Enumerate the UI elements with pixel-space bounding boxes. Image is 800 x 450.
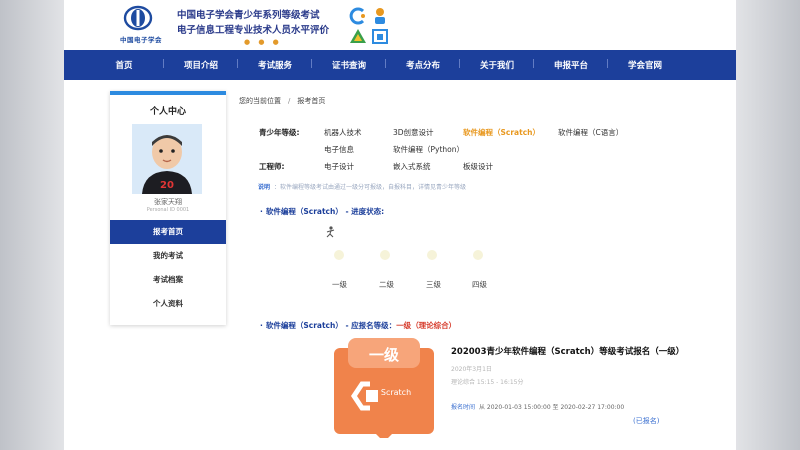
progress-heading: · 软件编程（Scratch） - 进度状态: — [260, 206, 384, 217]
sidebar-item-exam-records[interactable]: 考试档案 — [110, 268, 226, 292]
category-embedded-system[interactable]: 嵌入式系统 — [393, 161, 431, 172]
exam-card-image[interactable]: 一级 Scratch — [334, 338, 434, 438]
level-step-dot — [473, 250, 483, 260]
sidebar-item-apply-home[interactable]: 报考首页 — [110, 220, 226, 244]
nav-about-us[interactable]: 关于我们 — [458, 59, 534, 71]
progress-suffix: - 进度状态: — [342, 207, 385, 216]
triangle-logo-icon — [350, 29, 366, 43]
category-electronic-design[interactable]: 电子设计 — [324, 161, 354, 172]
level-label-1: 一级 — [332, 280, 347, 289]
cie-emblem-icon — [123, 5, 153, 31]
sidebar-title: 个人中心 — [149, 107, 186, 117]
breadcrumb-current[interactable]: 报考首页 — [297, 97, 325, 105]
sidebar-item-profile[interactable]: 个人资料 — [110, 292, 226, 316]
logo-text: 中国电子学会 — [120, 36, 162, 44]
site-logo[interactable]: 中国电子学会 — [109, 5, 169, 44]
page: 中国电子学会 中国电子学会青少年系列等级考试 电子信息工程专业技术人员水平评价 … — [64, 0, 736, 450]
avatar-photo: 20 — [132, 124, 202, 194]
level-label-2: 二级 — [379, 280, 394, 289]
category-scratch[interactable]: 软件编程（Scratch） — [463, 127, 540, 138]
apply-heading: · 软件编程（Scratch） - 应报名等级：一级（理论综合） — [260, 320, 456, 331]
youth-level-label: 青少年等级: — [259, 128, 300, 137]
nav-apply-platform[interactable]: 申报平台 — [532, 59, 608, 71]
personal-center-sidebar: 个人中心 20 张家天翔 Personal ID 0001 报考首页 我的考试 … — [110, 91, 226, 325]
category-board-design[interactable]: 板级设计 — [463, 161, 493, 172]
engineer-category-row: 工程师: 电子设计 嵌入式系统 板级设计 — [259, 161, 699, 173]
nav-home[interactable]: 首页 — [84, 59, 164, 71]
site-title-line2: 电子信息工程专业技术人员水平评价 — [177, 25, 330, 36]
main-navbar: 首页 项目介绍 考试服务 证书查询 考点分布 关于我们 申报平台 学会官网 — [64, 50, 736, 80]
exam-session: 理论综合 15:15 - 16:15分 — [451, 379, 524, 386]
category-robotics[interactable]: 机器人技术 — [324, 127, 362, 138]
user-name: 张家天翔 — [154, 198, 182, 206]
registration-time-value: 从 2020-01-03 15:00:00 至 2020-02-27 17:00… — [479, 404, 625, 411]
apply-level: 一级 — [396, 321, 412, 330]
nav-official-site[interactable]: 学会官网 — [606, 59, 682, 71]
registration-time: 报名时间从 2020-01-03 15:00:00 至 2020-02-27 1… — [451, 402, 624, 411]
level-step-dot — [334, 250, 344, 260]
category-3d-design[interactable]: 3D创意设计 — [393, 127, 434, 138]
apply-mid: - 应报名等级： — [342, 321, 397, 330]
nav-exam-service[interactable]: 考试服务 — [236, 59, 312, 71]
registered-status-link[interactable]: (已报名) — [633, 416, 659, 426]
breadcrumb-separator: / — [288, 97, 291, 105]
avatar-number: 20 — [160, 180, 174, 191]
exam-title[interactable]: 202003青少年软件编程（Scratch）等级考试报名（一级） — [451, 345, 684, 357]
exam-date: 2020年3月1日 — [451, 366, 492, 373]
breadcrumb-prefix: 您的当前位置 — [239, 97, 281, 105]
title-dots: ● ● ● — [244, 38, 282, 46]
sidebar-menu: 报考首页 我的考试 考试档案 个人资料 — [110, 220, 226, 316]
note-text: 说明 ：软件编程等级考试由通过一级分可报级，自报科目，详情见青少年等级 — [258, 182, 466, 191]
partner-logos — [349, 5, 399, 45]
progress-subject: 软件编程（Scratch） — [265, 207, 343, 216]
nav-certificate-query[interactable]: 证书查询 — [310, 59, 386, 71]
site-title-line1: 中国电子学会青少年系列等级考试 — [177, 10, 320, 21]
breadcrumb: 您的当前位置 / 报考首页 — [239, 96, 325, 106]
youth-category-row-2: 电子信息 软件编程（Python） — [259, 144, 699, 156]
youth-category-row: 青少年等级: 机器人技术 3D创意设计 软件编程（Scratch） 软件编程（C… — [259, 127, 699, 139]
category-electronics[interactable]: 电子信息 — [324, 144, 354, 155]
category-python[interactable]: 软件编程（Python） — [393, 144, 464, 155]
avatar[interactable]: 20 — [132, 124, 202, 194]
registration-time-label: 报名时间 — [451, 404, 476, 411]
apply-subject: 软件编程（Scratch） — [265, 321, 343, 330]
level-step-dot — [427, 250, 437, 260]
engineer-label: 工程师: — [259, 162, 285, 171]
apply-note: （理论综合） — [411, 321, 457, 330]
card-badge-text: 一级 — [369, 346, 400, 364]
robot-icon — [375, 8, 385, 24]
category-c-language[interactable]: 软件编程（C语言） — [558, 127, 623, 138]
bullet-icon: · — [260, 321, 263, 330]
site-header: 中国电子学会 中国电子学会青少年系列等级考试 电子信息工程专业技术人员水平评价 … — [64, 0, 736, 50]
level-label-3: 三级 — [426, 280, 441, 289]
building-logo-icon — [372, 29, 388, 44]
running-person-icon — [325, 226, 337, 240]
note-label: 说明 — [258, 184, 271, 191]
bullet-icon: · — [260, 207, 263, 216]
user-subtext: Personal ID 0001 — [146, 207, 190, 213]
level-step-dot — [380, 250, 390, 260]
nav-project-intro[interactable]: 项目介绍 — [162, 59, 238, 71]
sidebar-accent-bar — [110, 91, 226, 95]
note-body: ：软件编程等级考试由通过一级分可报级，自报科目，详情见青少年等级 — [274, 184, 467, 191]
level-label-4: 四级 — [472, 280, 487, 289]
card-brand-text: Scratch — [381, 388, 411, 397]
sidebar-item-my-exams[interactable]: 我的考试 — [110, 244, 226, 268]
nav-exam-sites[interactable]: 考点分布 — [384, 59, 460, 71]
c-brand-icon — [349, 7, 365, 25]
